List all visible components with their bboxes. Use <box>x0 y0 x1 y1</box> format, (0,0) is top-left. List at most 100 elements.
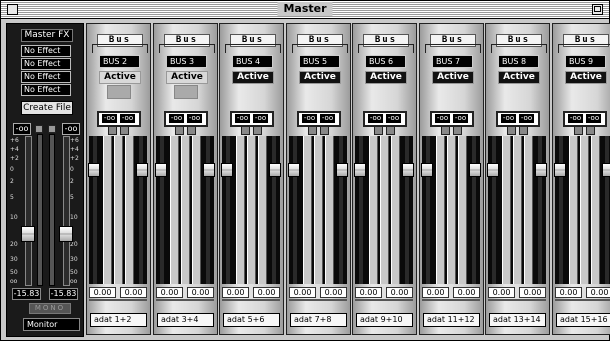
bus-name-field[interactable]: BUS 8 <box>498 55 539 68</box>
bus-bracket <box>491 44 547 53</box>
fader-left-handle[interactable] <box>288 163 300 177</box>
peak-reset-left-icon[interactable] <box>241 126 250 135</box>
fader-groove-right[interactable] <box>538 136 542 284</box>
fader-left-handle[interactable] <box>554 163 566 177</box>
output-routing-field[interactable]: adat 13+14 <box>489 313 546 327</box>
master-fader-left-track[interactable] <box>25 136 32 286</box>
bus-name-field[interactable]: BUS 4 <box>232 55 273 68</box>
active-button[interactable]: Active <box>498 71 540 84</box>
peak-reset-left-icon[interactable] <box>175 126 184 135</box>
fader-right-handle[interactable] <box>469 163 481 177</box>
peak-right: -oo <box>253 114 268 123</box>
active-button[interactable]: Active <box>365 71 407 84</box>
bus-name-field[interactable]: BUS 6 <box>365 55 406 68</box>
fader-groove-right[interactable] <box>472 136 476 284</box>
bus-name-field[interactable]: BUS 3 <box>166 55 207 68</box>
output-routing-field[interactable]: adat 9+10 <box>356 313 413 327</box>
fader-left-handle[interactable] <box>487 163 499 177</box>
peak-reset-right-icon[interactable] <box>586 126 595 135</box>
peak-reset-right-icon[interactable] <box>386 126 395 135</box>
fader-groove-left[interactable] <box>93 136 97 284</box>
peak-reset-left-icon[interactable] <box>308 126 317 135</box>
fader-left-handle[interactable] <box>221 163 233 177</box>
fader-right-handle[interactable] <box>602 163 610 177</box>
zoom-box-icon[interactable] <box>592 4 603 15</box>
peak-reset-left-icon[interactable] <box>374 126 383 135</box>
peak-reset-left-icon[interactable] <box>507 126 516 135</box>
scale-label: 50 <box>70 269 78 276</box>
fader-groove-right[interactable] <box>272 136 276 284</box>
peak-reset-right-icon[interactable] <box>519 126 528 135</box>
active-button[interactable]: Active <box>232 71 274 84</box>
monitor-label[interactable]: Monitor <box>23 318 80 331</box>
peak-reset-right-icon[interactable] <box>48 125 56 133</box>
fx-slot-4[interactable]: No Effect <box>21 84 71 96</box>
bus-name-field[interactable]: BUS 5 <box>299 55 340 68</box>
master-meter-right <box>49 134 55 286</box>
fader-right-handle[interactable] <box>136 163 148 177</box>
meter-right <box>125 136 134 284</box>
fader-left-handle[interactable] <box>354 163 366 177</box>
master-fader-left-handle[interactable] <box>21 226 35 242</box>
peak-reset-left-icon[interactable] <box>35 125 43 133</box>
bus-name-field[interactable]: BUS 9 <box>565 55 606 68</box>
output-routing-field[interactable]: adat 11+12 <box>423 313 480 327</box>
fader-left-handle[interactable] <box>421 163 433 177</box>
peak-reset-right-icon[interactable] <box>187 126 196 135</box>
active-button[interactable]: Active <box>299 71 341 84</box>
fader-right-handle[interactable] <box>336 163 348 177</box>
active-button[interactable]: Active <box>565 71 607 84</box>
peak-reset-right-icon[interactable] <box>320 126 329 135</box>
peak-reset-right-icon[interactable] <box>453 126 462 135</box>
fader-groove-left[interactable] <box>426 136 430 284</box>
create-file-button[interactable]: Create File <box>21 101 73 115</box>
close-box-icon[interactable] <box>7 4 18 15</box>
output-routing-field[interactable]: adat 3+4 <box>157 313 214 327</box>
peak-reset-right-icon[interactable] <box>120 126 129 135</box>
scale-label: 50 <box>10 269 18 276</box>
peak-right: -oo <box>453 114 468 123</box>
active-button[interactable]: Active <box>99 71 141 84</box>
fader-right-handle[interactable] <box>402 163 414 177</box>
fader-groove-left[interactable] <box>359 136 363 284</box>
fx-slot-2[interactable]: No Effect <box>21 58 71 70</box>
fader-left-handle[interactable] <box>88 163 100 177</box>
mono-button[interactable]: MONO <box>29 303 71 314</box>
master-fader-right-track[interactable] <box>63 136 70 286</box>
fader-groove-left[interactable] <box>559 136 563 284</box>
fader-right-handle[interactable] <box>269 163 281 177</box>
meter-left <box>236 136 245 284</box>
fader-groove-left[interactable] <box>160 136 164 284</box>
peak-right: -oo <box>386 114 401 123</box>
output-routing-field[interactable]: adat 15+16 <box>556 313 610 327</box>
peak-reset-left-icon[interactable] <box>574 126 583 135</box>
fader-groove-right[interactable] <box>206 136 210 284</box>
output-routing-field[interactable]: adat 5+6 <box>223 313 280 327</box>
master-peak-right: -oo <box>62 123 80 135</box>
fx-slot-1[interactable]: No Effect <box>21 45 71 57</box>
fader-bank <box>222 136 280 284</box>
fader-groove-right[interactable] <box>339 136 343 284</box>
active-button[interactable]: Active <box>432 71 474 84</box>
meter-right <box>391 136 400 284</box>
output-routing-field[interactable]: adat 7+8 <box>290 313 347 327</box>
fader-groove-left[interactable] <box>293 136 297 284</box>
title-bar[interactable]: Master <box>1 1 609 19</box>
fader-groove-right[interactable] <box>405 136 409 284</box>
master-fader-right-handle[interactable] <box>59 226 73 242</box>
bus-name-field[interactable]: BUS 7 <box>432 55 473 68</box>
peak-reset-left-icon[interactable] <box>441 126 450 135</box>
peak-reset-right-icon[interactable] <box>253 126 262 135</box>
fader-left-handle[interactable] <box>155 163 167 177</box>
bus-name-field[interactable]: BUS 2 <box>99 55 140 68</box>
fader-groove-left[interactable] <box>226 136 230 284</box>
active-button[interactable]: Active <box>166 71 208 84</box>
peak-reset-left-icon[interactable] <box>108 126 117 135</box>
fader-groove-left[interactable] <box>492 136 496 284</box>
output-routing-field[interactable]: adat 1+2 <box>90 313 147 327</box>
fader-right-handle[interactable] <box>203 163 215 177</box>
fader-right-handle[interactable] <box>535 163 547 177</box>
fader-groove-right[interactable] <box>605 136 609 284</box>
fx-slot-3[interactable]: No Effect <box>21 71 71 83</box>
fader-groove-right[interactable] <box>139 136 143 284</box>
